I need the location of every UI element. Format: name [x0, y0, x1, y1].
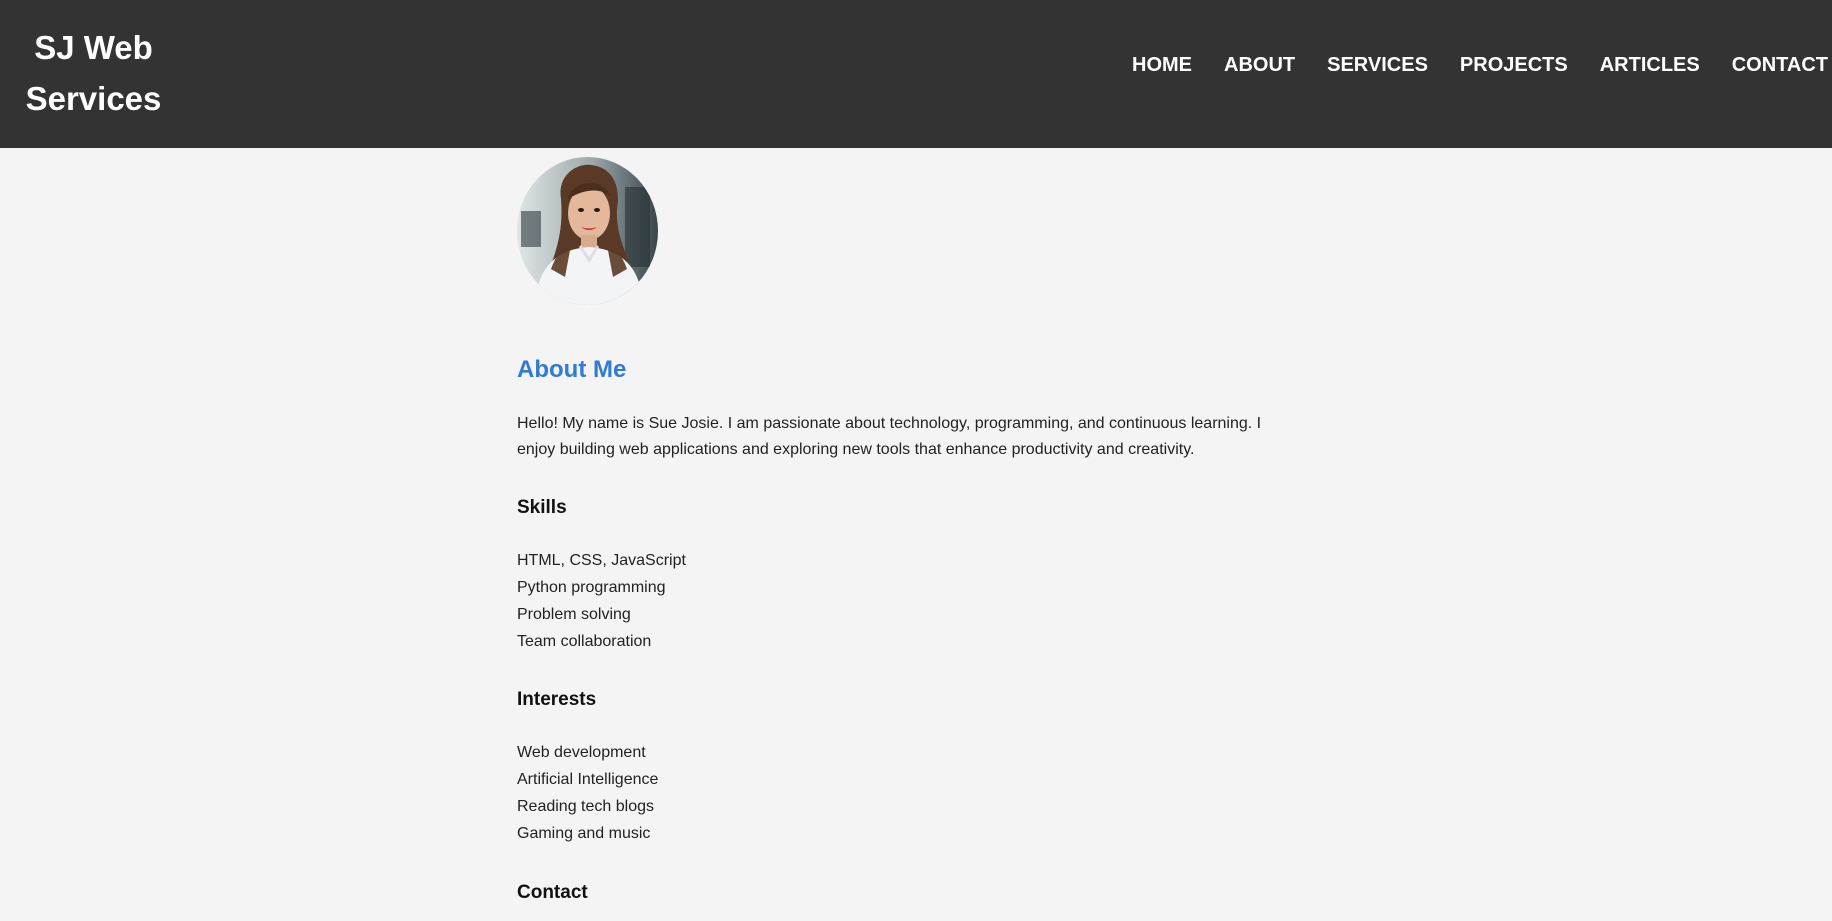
nav-contact[interactable]: CONTACT — [1732, 54, 1828, 77]
skill-item: Problem solving — [517, 606, 631, 623]
interest-item: Artificial Intelligence — [517, 771, 659, 788]
brand-line-1: SJ Web — [34, 29, 153, 66]
about-section: About Me Hello! My name is Sue Josie. I … — [517, 157, 1277, 921]
site-header: SJ Web Services HOME ABOUT SERVICES PROJ… — [0, 0, 1832, 148]
about-intro-text: Hello! My name is Sue Josie. I am passio… — [517, 415, 1262, 458]
site-logo[interactable]: SJ Web Services — [0, 22, 187, 124]
nav-projects[interactable]: PROJECTS — [1460, 54, 1568, 77]
skill-item: HTML, CSS, JavaScript — [517, 552, 686, 569]
nav-articles[interactable]: ARTICLES — [1600, 54, 1700, 77]
skills-heading: Skills — [517, 497, 567, 518]
skills-list: HTML, CSS, JavaScript Python programming… — [517, 547, 1277, 655]
contact-heading: Contact — [517, 882, 588, 903]
main-nav: HOME ABOUT SERVICES PROJECTS ARTICLES CO… — [1132, 50, 1832, 80]
interest-item: Reading tech blogs — [517, 798, 654, 815]
interests-list: Web development Artificial Intelligence … — [517, 739, 1277, 847]
skill-item: Python programming — [517, 579, 666, 596]
interests-heading: Interests — [517, 689, 597, 710]
skill-item: Team collaboration — [517, 633, 652, 650]
nav-services[interactable]: SERVICES — [1327, 54, 1428, 77]
nav-about[interactable]: ABOUT — [1224, 54, 1295, 77]
interest-item: Gaming and music — [517, 825, 651, 842]
brand-line-2: Services — [25, 80, 162, 117]
profile-avatar — [517, 157, 658, 305]
about-me-heading: About Me — [517, 356, 627, 383]
interest-item: Web development — [517, 744, 646, 761]
nav-home[interactable]: HOME — [1132, 54, 1192, 77]
